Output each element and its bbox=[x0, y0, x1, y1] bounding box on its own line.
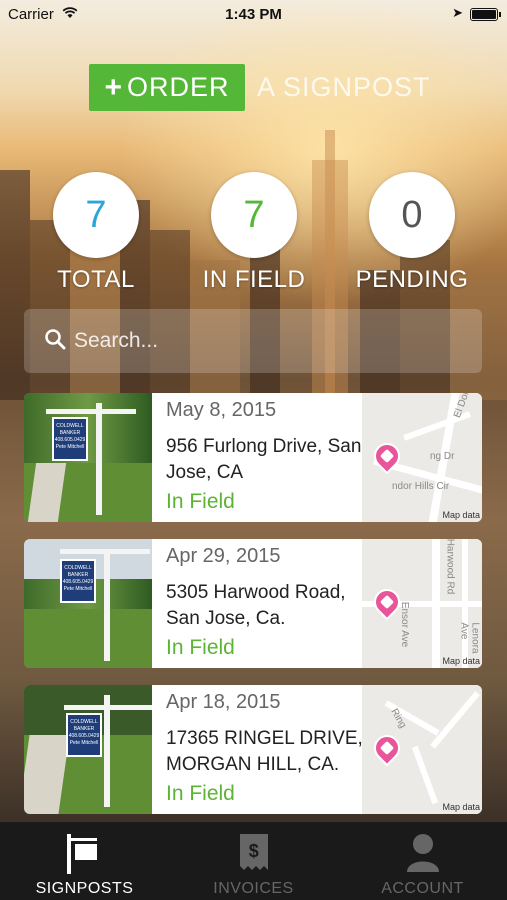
location-arrow-icon: ➤ bbox=[452, 5, 463, 20]
order-status: In Field bbox=[166, 782, 235, 805]
map-credit: Map data bbox=[442, 802, 480, 812]
stat-total-label: TOTAL bbox=[57, 266, 135, 293]
clock: 1:43 PM bbox=[225, 6, 282, 23]
map-credit: Map data bbox=[442, 656, 480, 666]
order-button[interactable]: + ORDER bbox=[89, 64, 245, 111]
stat-in-field-value: 7 bbox=[211, 172, 297, 258]
search-bar[interactable] bbox=[24, 309, 482, 373]
tab-invoices-label: INVOICES bbox=[213, 880, 294, 897]
order-card[interactable]: COLDWELL BANKER 408.605.0429 Pete Mitche… bbox=[24, 539, 482, 668]
stat-in-field-label: IN FIELD bbox=[202, 266, 306, 293]
tab-signposts-label: SIGNPOSTS bbox=[35, 880, 134, 897]
order-status: In Field bbox=[166, 636, 235, 659]
orders-list: COLDWELL BANKER 408.605.0429 Pete Mitche… bbox=[24, 393, 482, 831]
svg-text:$: $ bbox=[248, 841, 259, 861]
status-bar: Carrier 1:43 PM ➤ bbox=[0, 0, 507, 30]
tab-account-label: ACCOUNT bbox=[381, 880, 464, 897]
map-road-label: ndor Hills Cir bbox=[392, 481, 450, 492]
stat-pending-value: 0 bbox=[369, 172, 455, 258]
signpost-photo: COLDWELL BANKER 408.605.0429 Pete Mitche… bbox=[24, 393, 152, 522]
map-road-label: Lenora Ave bbox=[458, 622, 481, 654]
tab-invoices[interactable]: $ INVOICES bbox=[169, 822, 338, 900]
map-thumbnail: El Dor ng Dr ndor Hills Cir Map data bbox=[362, 393, 482, 522]
battery-icon bbox=[470, 8, 501, 21]
order-row: + ORDER A SIGNPOST bbox=[89, 64, 431, 111]
order-card[interactable]: COLDWELL BANKER 408.605.0429 Pete Mitche… bbox=[24, 685, 482, 814]
tab-account[interactable]: ACCOUNT bbox=[338, 822, 507, 900]
map-road-label: Harwood Rd bbox=[444, 539, 456, 595]
map-thumbnail: Ring Map data bbox=[362, 685, 482, 814]
plus-icon: + bbox=[104, 70, 123, 104]
map-road-label: Ensor Ave bbox=[399, 601, 411, 648]
tab-bar: SIGNPOSTS $ INVOICES ACCOUNT bbox=[0, 822, 507, 900]
order-card[interactable]: COLDWELL BANKER 408.605.0429 Pete Mitche… bbox=[24, 393, 482, 522]
tab-signposts[interactable]: SIGNPOSTS bbox=[0, 822, 169, 900]
order-suffix-label: A SIGNPOST bbox=[257, 72, 431, 102]
map-thumbnail: Harwood Rd Ensor Ave Lenora Ave Map data bbox=[362, 539, 482, 668]
sign-board: COLDWELL BANKER 408.605.0429 Pete Mitche… bbox=[66, 713, 102, 757]
sign-board: COLDWELL BANKER 408.605.0429 Pete Mitche… bbox=[60, 559, 96, 603]
invoice-icon: $ bbox=[169, 832, 338, 874]
order-button-label: ORDER bbox=[127, 72, 230, 102]
account-icon bbox=[338, 832, 507, 874]
signpost-photo: COLDWELL BANKER 408.605.0429 Pete Mitche… bbox=[24, 539, 152, 668]
map-pin-icon bbox=[368, 729, 406, 767]
search-icon bbox=[44, 328, 66, 355]
stat-in-field[interactable]: 7 IN FIELD bbox=[174, 172, 334, 294]
stat-pending[interactable]: 0 PENDING bbox=[332, 172, 492, 294]
map-road-label: ng Dr bbox=[430, 451, 455, 462]
order-status: In Field bbox=[166, 490, 235, 513]
map-credit: Map data bbox=[442, 510, 480, 520]
stat-total-value: 7 bbox=[53, 172, 139, 258]
stat-pending-label: PENDING bbox=[355, 266, 469, 293]
signpost-icon bbox=[0, 832, 169, 874]
search-input[interactable] bbox=[74, 329, 454, 353]
sign-board: COLDWELL BANKER 408.605.0429 Pete Mitche… bbox=[52, 417, 88, 461]
stat-total[interactable]: 7 TOTAL bbox=[16, 172, 176, 294]
signpost-photo: COLDWELL BANKER 408.605.0429 Pete Mitche… bbox=[24, 685, 152, 814]
